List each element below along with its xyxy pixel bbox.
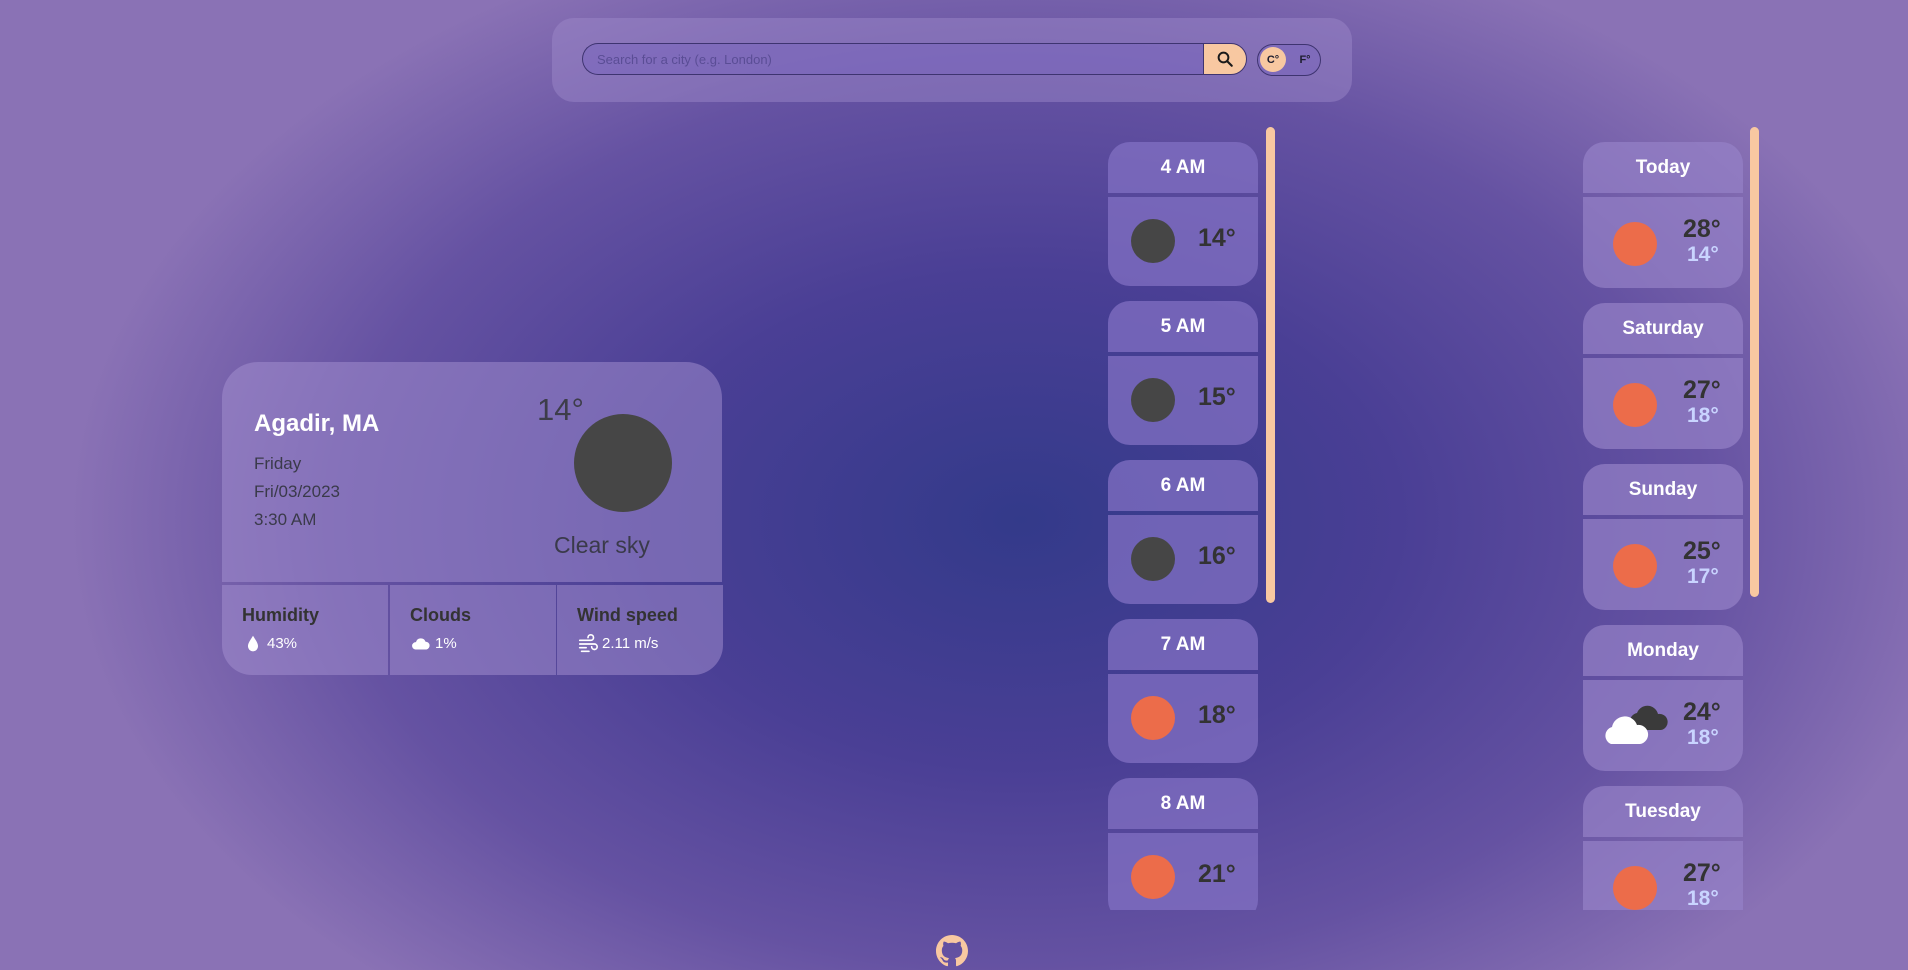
hour-label: 8 AM xyxy=(1108,778,1258,829)
hour-label: 6 AM xyxy=(1108,460,1258,511)
day-body: 28° 14° xyxy=(1583,197,1743,288)
search-icon xyxy=(1217,51,1233,67)
daily-forecast-list[interactable]: Today 28° 14° Saturday 27° 18° Sunday 25… xyxy=(1583,142,1743,910)
daily-card: Tuesday 27° 18° xyxy=(1583,786,1743,910)
hourly-scrollbar[interactable] xyxy=(1266,127,1275,603)
day-label: Saturday xyxy=(1583,303,1743,354)
hour-temperature: 16° xyxy=(1198,542,1236,570)
moon-icon xyxy=(1131,378,1175,422)
stat-value: 43% xyxy=(267,635,298,652)
day-max-temp: 25° xyxy=(1683,537,1721,565)
wind-stat: Wind speed 2.11 m/s xyxy=(557,585,723,675)
sun-icon xyxy=(1613,222,1657,266)
day-max-temp: 28° xyxy=(1683,215,1721,243)
humidity-stat: Humidity 43% xyxy=(222,585,388,675)
daily-scrollbar[interactable] xyxy=(1750,127,1759,597)
current-time: 3:30 AM xyxy=(254,510,317,529)
day-min-temp: 18° xyxy=(1687,404,1719,427)
current-date: Fri/03/2023 xyxy=(254,482,340,501)
sun-icon xyxy=(1613,544,1657,588)
github-icon[interactable] xyxy=(936,935,968,967)
hour-temperature: 18° xyxy=(1198,701,1236,729)
droplet-icon xyxy=(247,635,259,652)
hour-body: 18° xyxy=(1108,674,1258,763)
day-label: Today xyxy=(1583,142,1743,193)
search-bar: C° F° xyxy=(552,18,1352,102)
search-button[interactable] xyxy=(1203,43,1247,75)
sun-icon xyxy=(1613,866,1657,910)
current-day: Friday xyxy=(254,454,302,473)
hour-body: 16° xyxy=(1108,515,1258,604)
day-min-temp: 17° xyxy=(1687,565,1719,588)
wind-icon xyxy=(578,634,598,653)
day-min-temp: 18° xyxy=(1687,726,1719,749)
day-min-temp: 14° xyxy=(1687,243,1719,266)
celsius-option[interactable]: C° xyxy=(1260,47,1286,72)
sun-icon xyxy=(1131,855,1175,899)
hourly-card: 6 AM 16° xyxy=(1108,460,1258,604)
hour-label: 4 AM xyxy=(1108,142,1258,193)
hour-body: 21° xyxy=(1108,833,1258,910)
stat-value: 2.11 m/s xyxy=(602,635,659,652)
sun-icon xyxy=(1131,696,1175,740)
search-input[interactable] xyxy=(582,43,1203,75)
stat-value: 1% xyxy=(435,635,457,652)
daily-card: Today 28° 14° xyxy=(1583,142,1743,288)
hour-temperature: 14° xyxy=(1198,224,1236,252)
moon-icon xyxy=(574,414,672,512)
day-label: Tuesday xyxy=(1583,786,1743,837)
hour-label: 5 AM xyxy=(1108,301,1258,352)
stat-title: Clouds xyxy=(410,605,471,625)
day-body: 27° 18° xyxy=(1583,841,1743,910)
weather-description: Clear sky xyxy=(554,532,650,558)
hour-label: 7 AM xyxy=(1108,619,1258,670)
day-label: Sunday xyxy=(1583,464,1743,515)
day-body: 24° 18° xyxy=(1583,680,1743,771)
day-max-temp: 27° xyxy=(1683,859,1721,887)
current-weather-card: Agadir, MA Friday Fri/03/2023 3:30 AM 14… xyxy=(222,362,722,582)
clouds-stat: Clouds 1% xyxy=(390,585,556,675)
hour-body: 15° xyxy=(1108,356,1258,445)
hourly-card: 7 AM 18° xyxy=(1108,619,1258,763)
hourly-card: 8 AM 21° xyxy=(1108,778,1258,910)
hourly-forecast-list[interactable]: 4 AM 14° 5 AM 15° 6 AM 16° 7 AM 18° 8 AM… xyxy=(1108,142,1258,910)
hour-body: 14° xyxy=(1108,197,1258,286)
current-temperature: 14° xyxy=(537,392,584,427)
day-body: 25° 17° xyxy=(1583,519,1743,610)
day-body: 27° 18° xyxy=(1583,358,1743,449)
daily-card: Saturday 27° 18° xyxy=(1583,303,1743,449)
day-label: Monday xyxy=(1583,625,1743,676)
city-name: Agadir, MA xyxy=(254,410,380,437)
daily-card: Sunday 25° 17° xyxy=(1583,464,1743,610)
hourly-card: 4 AM 14° xyxy=(1108,142,1258,286)
daily-card: Monday 24° 18° xyxy=(1583,625,1743,771)
fahrenheit-option[interactable]: F° xyxy=(1292,47,1318,72)
sun-icon xyxy=(1613,383,1657,427)
moon-icon xyxy=(1131,219,1175,263)
unit-toggle[interactable]: C° F° xyxy=(1257,44,1321,76)
stat-title: Humidity xyxy=(242,605,320,625)
day-max-temp: 24° xyxy=(1683,698,1721,726)
hour-temperature: 21° xyxy=(1198,860,1236,888)
day-min-temp: 18° xyxy=(1687,887,1719,910)
cloudy-icon xyxy=(1605,705,1668,744)
hourly-card: 5 AM 15° xyxy=(1108,301,1258,445)
cloud-icon xyxy=(412,638,430,650)
stat-title: Wind speed xyxy=(577,605,678,625)
moon-icon xyxy=(1131,537,1175,581)
day-max-temp: 27° xyxy=(1683,376,1721,404)
hour-temperature: 15° xyxy=(1198,383,1236,411)
